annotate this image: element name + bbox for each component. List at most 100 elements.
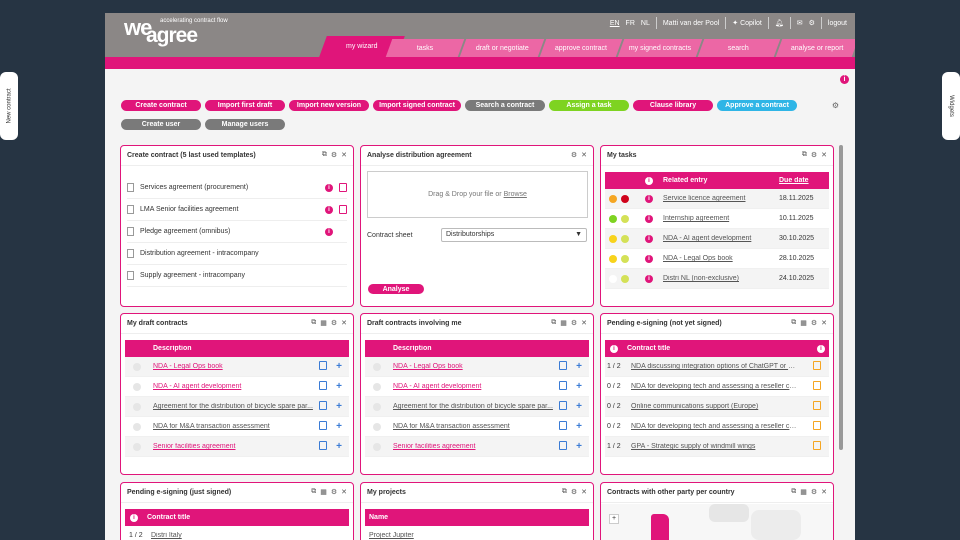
browse-link[interactable]: Browse: [504, 191, 527, 198]
add-icon[interactable]: +: [571, 401, 587, 412]
col-contract-title[interactable]: Contract title: [143, 514, 190, 521]
col-due-date[interactable]: Due date: [775, 177, 809, 184]
close-icon[interactable]: ✕: [341, 151, 347, 159]
add-icon[interactable]: +: [571, 381, 587, 392]
signing-status-icon[interactable]: [813, 361, 821, 370]
settings-gear-icon[interactable]: ⚙: [832, 101, 839, 110]
tab-search[interactable]: search: [697, 39, 781, 57]
gear-icon[interactable]: ⚙: [331, 151, 337, 159]
table-row[interactable]: Agreement for the distribution of bicycl…: [125, 397, 349, 417]
country-map[interactable]: +: [601, 504, 833, 540]
create-contract-button[interactable]: Create contract: [121, 100, 201, 111]
tab-my-signed-contracts[interactable]: my signed contracts: [617, 39, 703, 57]
import-new-version-button[interactable]: Import new version: [289, 100, 369, 111]
template-item[interactable]: Pledge agreement (omnibus) i: [127, 221, 347, 243]
close-icon[interactable]: ✕: [341, 488, 347, 496]
document-icon[interactable]: [319, 421, 327, 430]
document-icon[interactable]: [559, 381, 567, 390]
close-icon[interactable]: ✕: [821, 151, 827, 159]
create-user-button[interactable]: Create user: [121, 119, 201, 130]
gear-icon[interactable]: ⚙: [811, 488, 817, 496]
grid-icon[interactable]: ▦: [320, 319, 327, 327]
tab-analyse-or-report[interactable]: analyse or report: [775, 39, 855, 57]
template-item[interactable]: Distribution agreement - intracompany: [127, 243, 347, 265]
table-row[interactable]: i Internship agreement 10.11.2025: [605, 209, 829, 229]
table-row[interactable]: 1 / 2 Distri Italy: [125, 526, 349, 540]
table-row[interactable]: i Service licence agreement 18.11.2025: [605, 189, 829, 209]
table-row[interactable]: NDA - AI agent development +: [365, 377, 589, 397]
col-name[interactable]: Name: [365, 514, 388, 521]
gear-icon[interactable]: ⚙: [571, 319, 577, 327]
pdf-icon[interactable]: [339, 205, 347, 214]
user-name[interactable]: Matti van der Pool: [663, 20, 719, 27]
map-region[interactable]: [651, 514, 669, 540]
info-icon[interactable]: i: [325, 227, 333, 236]
add-icon[interactable]: +: [331, 441, 347, 452]
gear-icon[interactable]: ⚙: [331, 319, 337, 327]
table-row[interactable]: NDA for M&A transaction assessment +: [365, 417, 589, 437]
table-row[interactable]: 1 / 2 GPA - Strategic supply of windmill …: [605, 437, 829, 457]
grid-icon[interactable]: ▦: [560, 319, 567, 327]
info-icon[interactable]: i: [645, 234, 653, 243]
close-icon[interactable]: ✕: [581, 319, 587, 327]
document-icon[interactable]: [319, 381, 327, 390]
popout-icon[interactable]: ⧉: [791, 488, 796, 496]
search-contract-button[interactable]: Search a contract: [465, 100, 545, 111]
close-icon[interactable]: ✕: [821, 488, 827, 496]
document-icon[interactable]: [559, 441, 567, 450]
table-row[interactable]: i NDA - Legal Ops book 28.10.2025: [605, 249, 829, 269]
add-icon[interactable]: +: [331, 361, 347, 372]
signing-status-icon[interactable]: [813, 441, 821, 450]
pdf-icon[interactable]: [339, 183, 347, 192]
table-row[interactable]: Senior facilities agreement +: [125, 437, 349, 457]
info-icon[interactable]: i: [645, 254, 653, 263]
add-icon[interactable]: +: [571, 421, 587, 432]
help-info-icon[interactable]: i: [840, 75, 849, 84]
close-icon[interactable]: ✕: [341, 319, 347, 327]
table-row[interactable]: Agreement for the distribution of bicycl…: [365, 397, 589, 417]
template-item[interactable]: Supply agreement - intracompany: [127, 265, 347, 287]
bell-icon[interactable]: 🔔︎: [775, 19, 784, 27]
widgets-side-tab[interactable]: Widgets: [942, 72, 960, 140]
popout-icon[interactable]: ⧉: [802, 151, 807, 159]
grid-icon[interactable]: ▦: [320, 488, 327, 496]
approve-contract-button[interactable]: Approve a contract: [717, 100, 797, 111]
table-row[interactable]: Project Jupiter: [365, 526, 589, 540]
popout-icon[interactable]: ⧉: [551, 319, 556, 327]
table-row[interactable]: Senior facilities agreement +: [365, 437, 589, 457]
signing-status-icon[interactable]: [813, 381, 821, 390]
add-icon[interactable]: +: [331, 401, 347, 412]
zoom-in-button[interactable]: +: [609, 514, 619, 524]
col-related-entry[interactable]: Related entry: [659, 177, 775, 184]
add-icon[interactable]: +: [331, 421, 347, 432]
contract-sheet-select[interactable]: Distributorships ▼: [441, 228, 587, 242]
table-row[interactable]: NDA - AI agent development +: [125, 377, 349, 397]
col-contract-title[interactable]: Contract title: [623, 345, 797, 352]
close-icon[interactable]: ✕: [581, 488, 587, 496]
col-description[interactable]: Description: [149, 345, 315, 352]
lang-en[interactable]: EN: [610, 20, 620, 27]
copilot-button[interactable]: ✦ Copilot: [732, 19, 762, 27]
tab-approve-contract[interactable]: approve contract: [539, 39, 623, 57]
table-row[interactable]: i NDA - AI agent development 30.10.2025: [605, 229, 829, 249]
popout-icon[interactable]: ⧉: [562, 488, 567, 496]
tab-tasks[interactable]: tasks: [385, 39, 465, 57]
popout-icon[interactable]: ⧉: [311, 319, 316, 327]
table-row[interactable]: i Distri NL (non-exclusive) 24.10.2025: [605, 269, 829, 289]
gear-icon[interactable]: ⚙: [331, 488, 337, 496]
close-icon[interactable]: ✕: [821, 319, 827, 327]
lang-nl[interactable]: NL: [641, 20, 650, 27]
gear-icon[interactable]: ⚙: [811, 151, 817, 159]
template-item[interactable]: Services agreement (procurement) i: [127, 177, 347, 199]
document-icon[interactable]: [559, 421, 567, 430]
gear-icon[interactable]: ⚙: [811, 319, 817, 327]
document-icon[interactable]: [559, 401, 567, 410]
table-row[interactable]: NDA - Legal Ops book +: [365, 357, 589, 377]
table-row[interactable]: 0 / 2 NDA for developing tech and assessi…: [605, 417, 829, 437]
add-icon[interactable]: +: [331, 381, 347, 392]
popout-icon[interactable]: ⧉: [322, 151, 327, 159]
manage-users-button[interactable]: Manage users: [205, 119, 285, 130]
analyse-button[interactable]: Analyse: [368, 284, 424, 294]
grid-icon[interactable]: ▦: [800, 488, 807, 496]
document-icon[interactable]: [319, 401, 327, 410]
